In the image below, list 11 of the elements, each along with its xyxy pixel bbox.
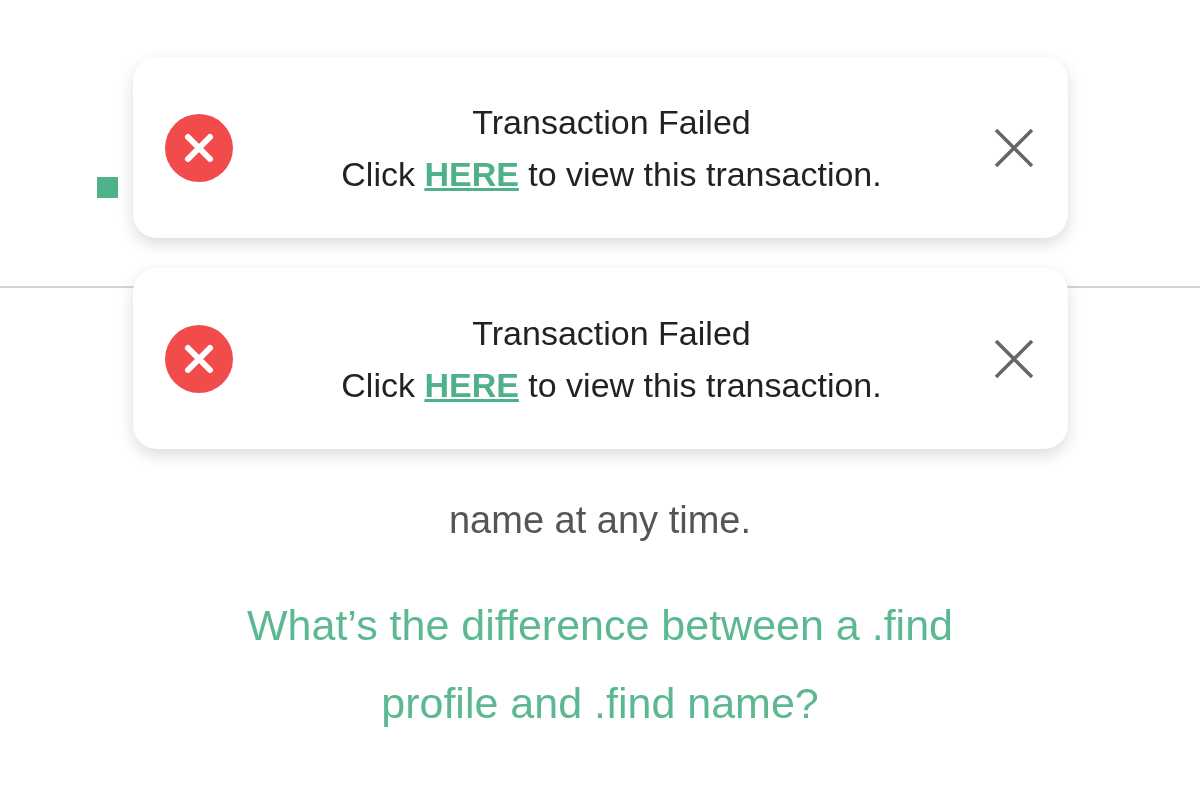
- toast-title: Transaction Failed: [471, 101, 752, 143]
- help-link[interactable]: What’s the difference between a .find profile and .find name?: [100, 586, 1100, 742]
- here-link[interactable]: HERE: [424, 154, 519, 193]
- description-text: name at any time.: [447, 498, 752, 543]
- toast-message: Click HERE to view this transaction.: [340, 153, 883, 195]
- square-icon: [97, 177, 118, 198]
- error-icon: [165, 113, 233, 182]
- toast-title: Transaction Failed: [471, 312, 752, 354]
- error-icon: [165, 324, 233, 393]
- toast-message: Click HERE to view this transaction.: [340, 364, 883, 406]
- here-link[interactable]: HERE: [424, 365, 519, 404]
